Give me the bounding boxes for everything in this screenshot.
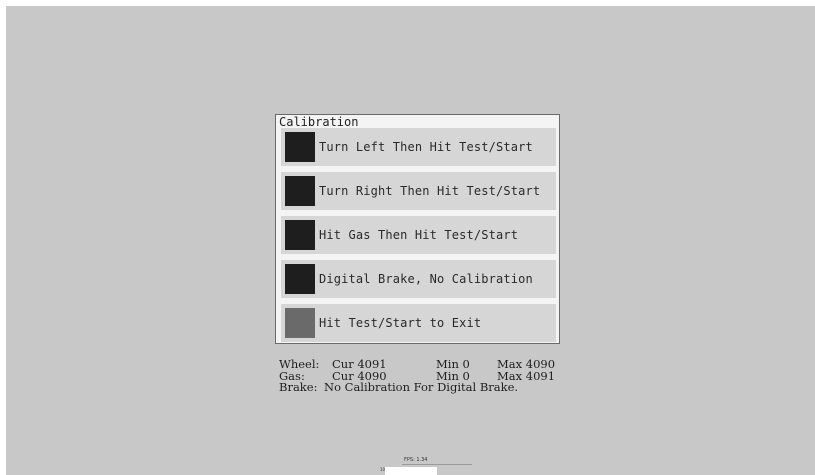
menu-item-exit[interactable]: Hit Test/Start to Exit [281, 304, 556, 342]
menu-item-hit-gas[interactable]: Hit Gas Then Hit Test/Start [281, 216, 556, 254]
menu-item-label: Hit Test/Start to Exit [319, 316, 482, 330]
calibration-menu: Calibration Turn Left Then Hit Test/Star… [275, 114, 560, 344]
menu-item-label: Turn Left Then Hit Test/Start [319, 140, 533, 154]
menu-item-turn-left[interactable]: Turn Left Then Hit Test/Start [281, 128, 556, 166]
brake-label: Brake: [279, 380, 318, 394]
menu-item-label: Digital Brake, No Calibration [319, 272, 533, 286]
fps-graph-box [385, 467, 437, 475]
status-swatch-icon [285, 176, 315, 206]
menu-item-digital-brake[interactable]: Digital Brake, No Calibration [281, 260, 556, 298]
menu-item-turn-right[interactable]: Turn Right Then Hit Test/Start [281, 172, 556, 210]
status-swatch-icon [285, 308, 315, 338]
menu-item-label: Hit Gas Then Hit Test/Start [319, 228, 519, 242]
fps-counter: FPS: 1.34 [404, 457, 428, 463]
status-swatch-icon [285, 132, 315, 162]
status-swatch-icon [285, 220, 315, 250]
status-swatch-icon [285, 264, 315, 294]
brake-message: No Calibration For Digital Brake. [324, 380, 519, 394]
menu-item-label: Turn Right Then Hit Test/Start [319, 184, 541, 198]
fps-graph-line [402, 464, 472, 465]
